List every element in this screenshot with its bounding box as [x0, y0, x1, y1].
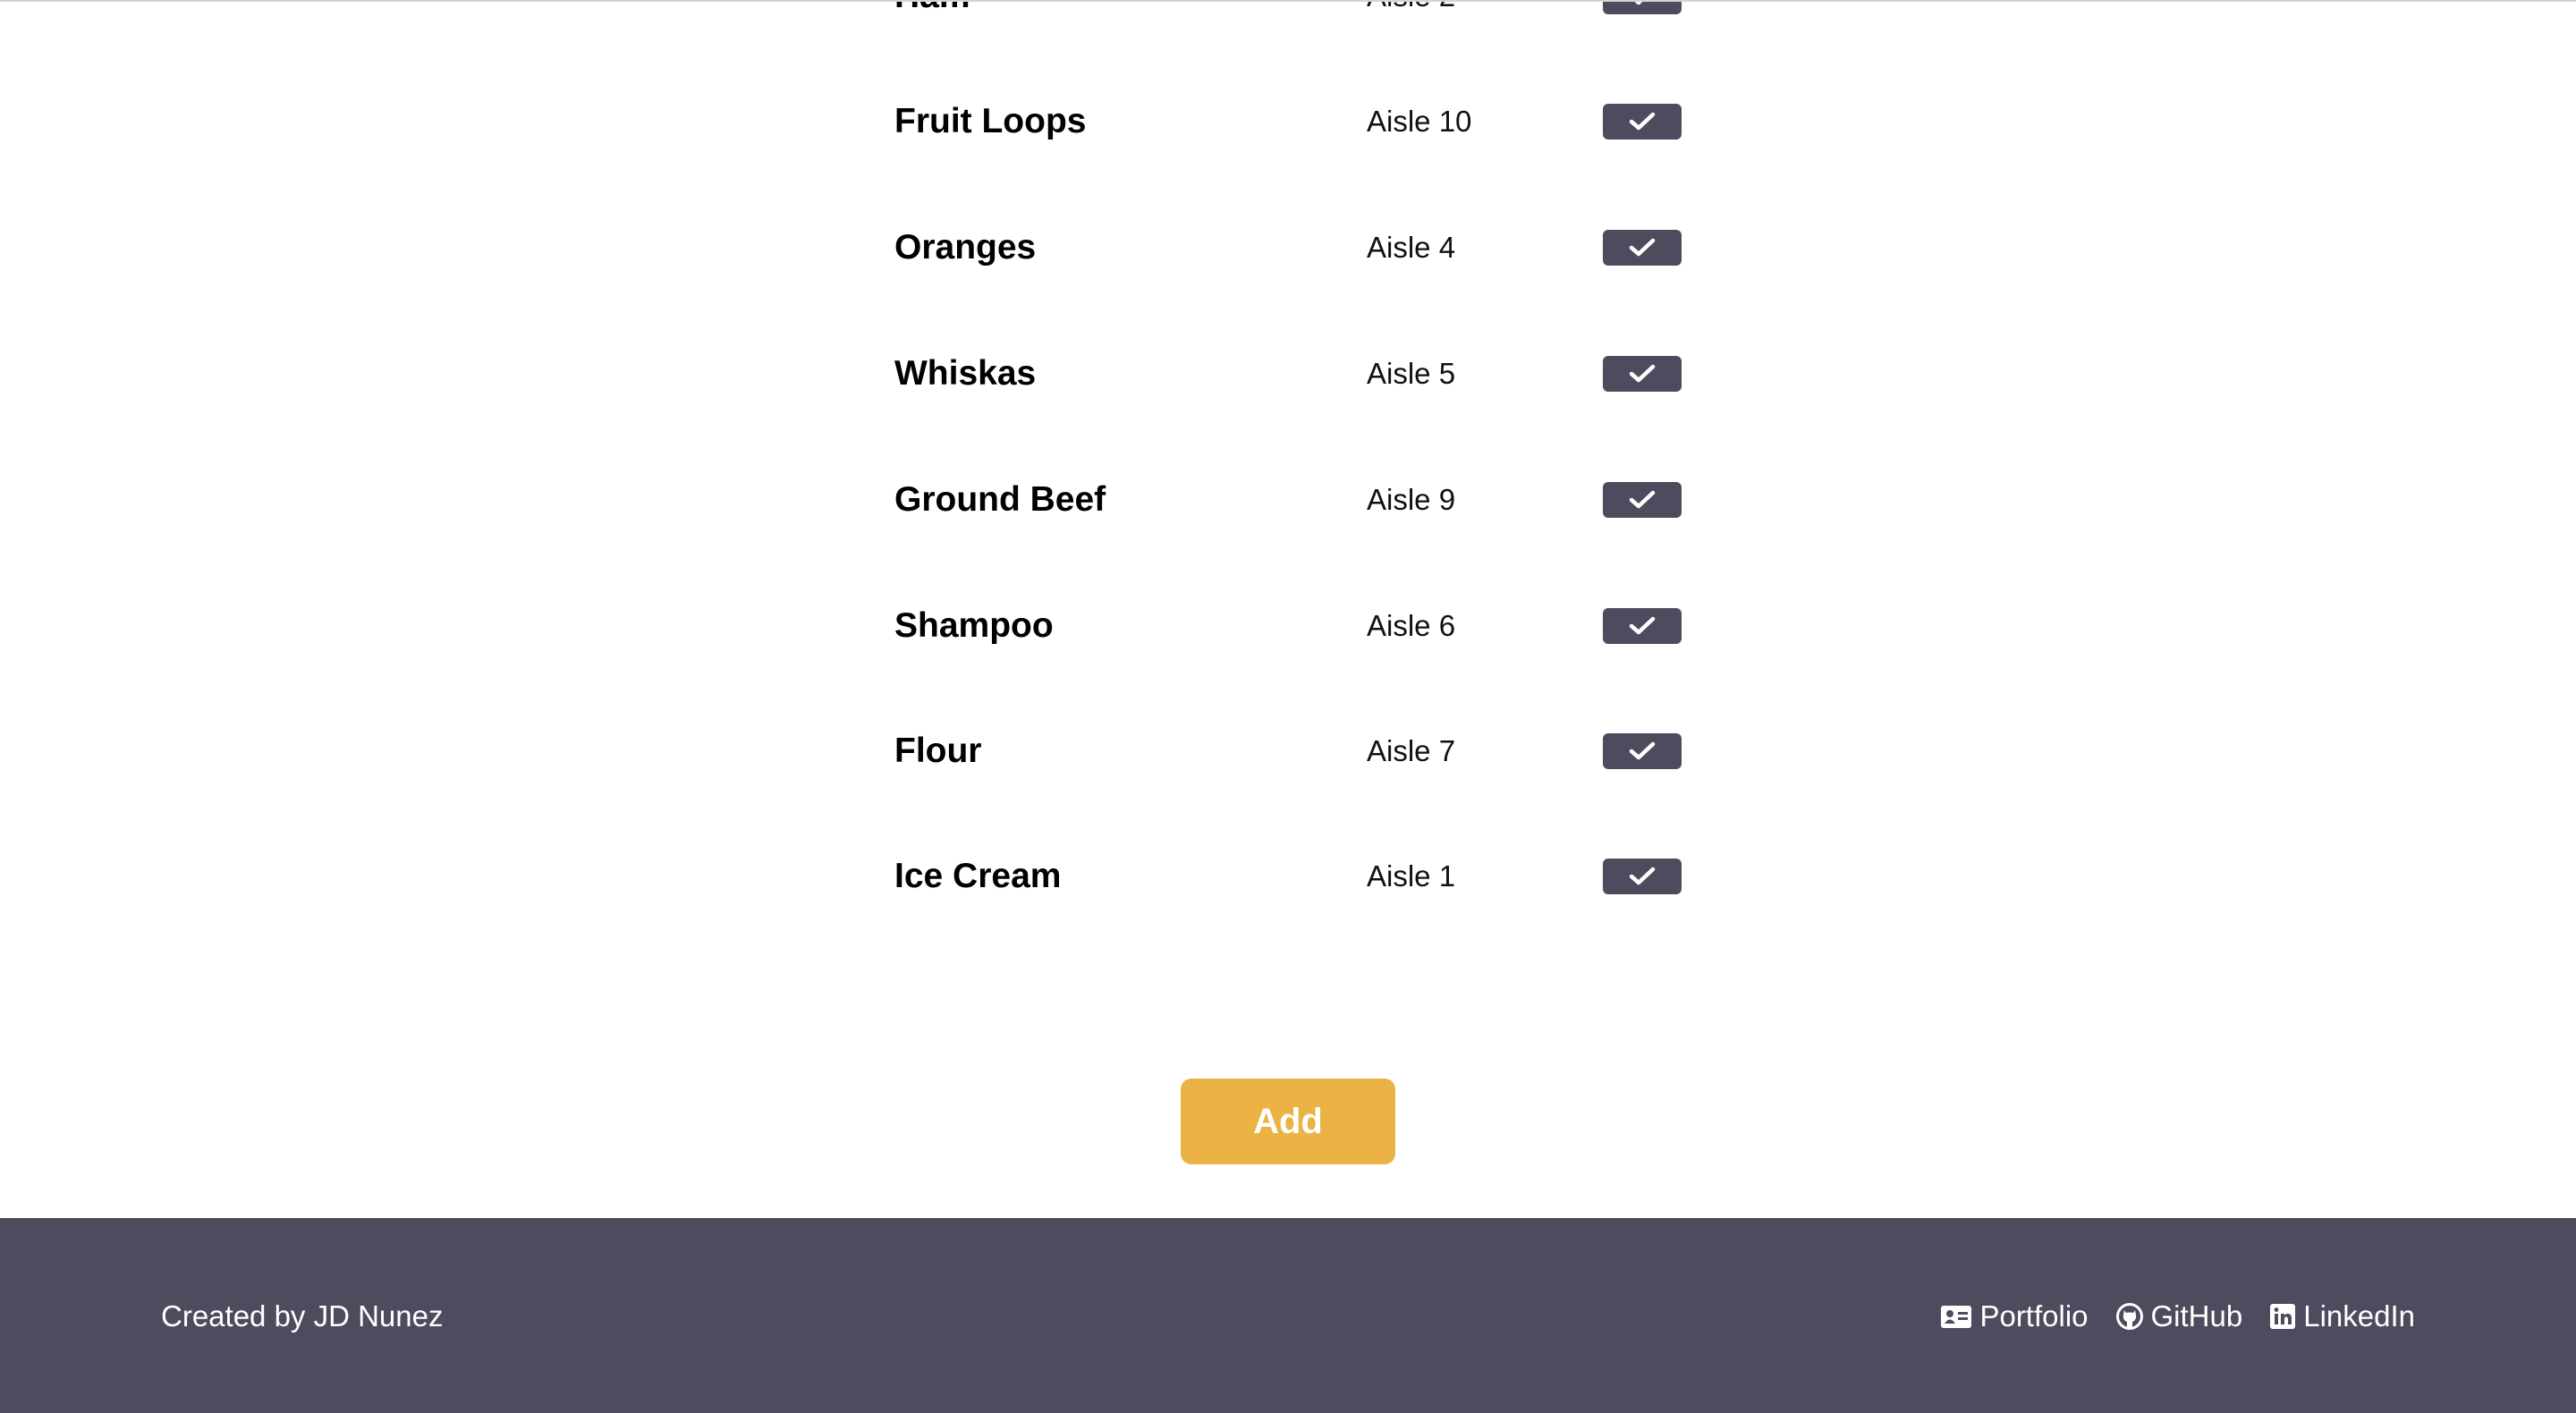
item-name: Whiskas [894, 354, 1037, 393]
github-label: GitHub [2150, 1299, 2243, 1333]
item-name: Ham [894, 0, 970, 23]
check-icon [1629, 490, 1656, 509]
item-aisle: Aisle 7 [1367, 734, 1456, 767]
add-button[interactable]: Add [1181, 1079, 1395, 1164]
item-name: Oranges [894, 228, 1037, 267]
item-aisle: Aisle 5 [1367, 357, 1456, 390]
item-name: Ground Beef [894, 480, 1106, 519]
top-divider [0, 0, 2576, 2]
footer-credit: Created by JD Nunez [161, 1299, 444, 1333]
list-item: Oranges Aisle 4 [894, 221, 1699, 275]
check-button[interactable] [1603, 482, 1682, 518]
portfolio-link[interactable]: Portfolio [1940, 1299, 2089, 1333]
github-link[interactable]: GitHub [2115, 1299, 2243, 1333]
check-button[interactable] [1603, 859, 1682, 894]
item-name: Ice Cream [894, 857, 1062, 895]
add-button-container: Add [1181, 1079, 1395, 1164]
list-item: Ground Beef Aisle 9 [894, 473, 1699, 527]
list-item: Whiskas Aisle 5 [894, 347, 1699, 401]
linkedin-label: LinkedIn [2303, 1299, 2415, 1333]
item-aisle: Aisle 4 [1367, 231, 1456, 264]
item-name: Fruit Loops [894, 102, 1087, 140]
item-aisle: Aisle 6 [1367, 609, 1456, 642]
list-item: Fruit Loops Aisle 10 [894, 95, 1699, 148]
list-item: Ice Cream Aisle 1 [894, 850, 1699, 903]
check-button[interactable] [1603, 230, 1682, 266]
id-card-icon [1941, 1306, 1972, 1328]
check-icon [1629, 112, 1656, 131]
check-icon [1629, 238, 1656, 257]
check-icon [1629, 616, 1656, 635]
check-button[interactable] [1603, 733, 1682, 769]
github-icon [2115, 1303, 2143, 1330]
check-button[interactable] [1603, 104, 1682, 140]
portfolio-label: Portfolio [1979, 1299, 2089, 1333]
item-name: Shampoo [894, 606, 1054, 645]
check-button[interactable] [1603, 608, 1682, 644]
item-aisle: Aisle 2 [1367, 0, 1455, 23]
item-aisle: Aisle 1 [1367, 859, 1456, 893]
footer: Created by JD Nunez Portfolio GitHub Lin… [0, 1218, 2576, 1413]
item-name: Flour [894, 732, 982, 770]
check-button[interactable] [1603, 0, 1682, 14]
list-item: Flour Aisle 7 [894, 724, 1699, 778]
check-icon [1629, 867, 1656, 885]
footer-links: Portfolio GitHub LinkedIn [1940, 1290, 2415, 1343]
page: Ham Aisle 2 Fruit Loops Aisle 10 Oranges… [0, 0, 2576, 1413]
linkedin-icon [2270, 1304, 2296, 1329]
linkedin-link[interactable]: LinkedIn [2269, 1299, 2415, 1333]
check-icon [1629, 364, 1656, 383]
list-item: Shampoo Aisle 6 [894, 599, 1699, 653]
list-item: Ham Aisle 2 [894, 0, 1699, 23]
item-aisle: Aisle 10 [1367, 105, 1472, 138]
check-button[interactable] [1603, 356, 1682, 392]
grocery-list: Ham Aisle 2 Fruit Loops Aisle 10 Oranges… [0, 0, 2576, 984]
item-aisle: Aisle 9 [1367, 483, 1456, 516]
check-icon [1629, 741, 1656, 760]
